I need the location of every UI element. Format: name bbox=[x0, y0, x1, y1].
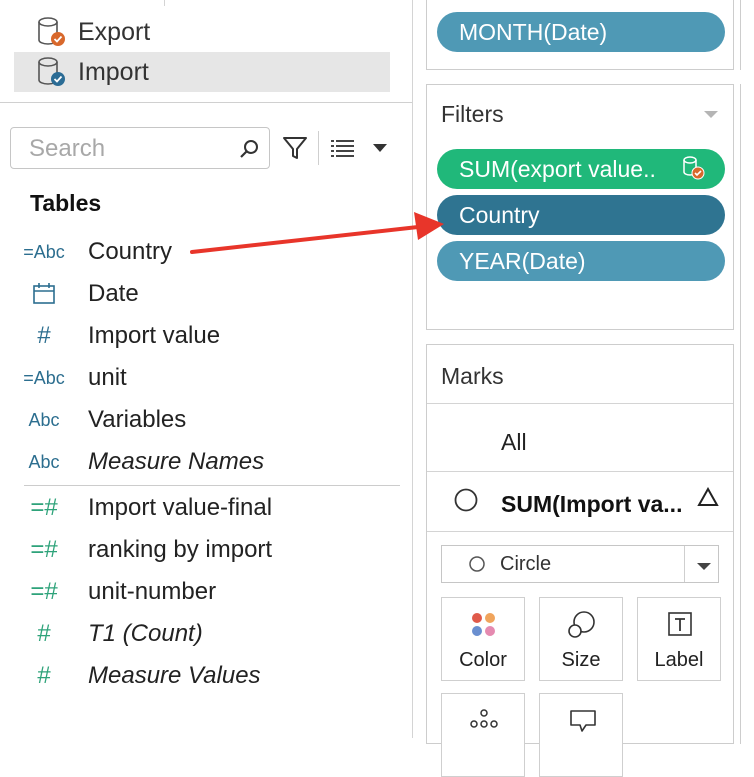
annotation-arrow bbox=[190, 212, 444, 254]
